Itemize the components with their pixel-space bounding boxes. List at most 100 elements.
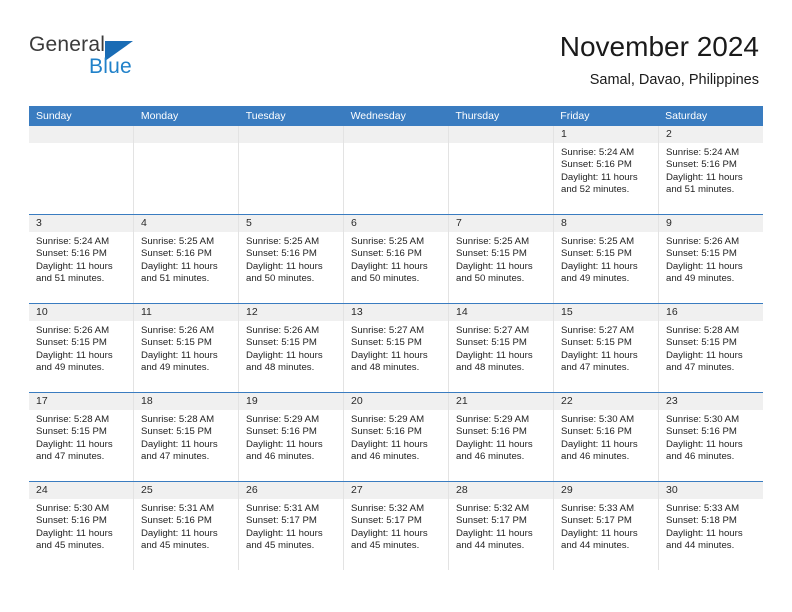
daylight-text-line1: Daylight: 11 hours: [246, 438, 323, 450]
daylight-text-line1: Daylight: 11 hours: [351, 527, 428, 539]
day-number: 13: [344, 304, 448, 321]
day-sun-info: Sunrise: 5:30 AM Sunset: 5:16 PM Daylight:…: [554, 410, 658, 463]
sunrise-text: Sunrise: 5:25 AM: [246, 236, 320, 247]
daylight-text-line2: and 47 minutes.: [666, 361, 735, 373]
daylight-text-line1: Daylight: 11 hours: [666, 260, 743, 272]
day-number: 9: [659, 215, 763, 232]
day-cell[interactable]: 18 Sunrise: 5:28 AM Sunset: 5:15 PM Dayligh…: [134, 393, 239, 481]
sunrise-text: Sunrise: 5:26 AM: [666, 236, 740, 247]
sunset-text: Sunset: 5:17 PM: [351, 515, 422, 527]
generalblue-logo[interactable]: General Blue: [29, 33, 229, 89]
day-sun-info: Sunrise: 5:25 AM Sunset: 5:15 PM Daylight:…: [449, 232, 553, 285]
sunset-text: Sunset: 5:15 PM: [246, 337, 317, 349]
day-cell[interactable]: 27 Sunrise: 5:32 AM Sunset: 5:17 PM Dayligh…: [344, 482, 449, 570]
day-cell[interactable]: 12 Sunrise: 5:26 AM Sunset: 5:15 PM Dayligh…: [239, 304, 344, 392]
day-cell[interactable]: 7 Sunrise: 5:25 AM Sunset: 5:15 PM Daylight…: [449, 215, 554, 303]
day-cell[interactable]: 22 Sunrise: 5:30 AM Sunset: 5:16 PM Dayligh…: [554, 393, 659, 481]
weekday-thursday: Thursday: [455, 110, 500, 122]
day-cell[interactable]: 26 Sunrise: 5:31 AM Sunset: 5:17 PM Dayligh…: [239, 482, 344, 570]
sunset-text: Sunset: 5:15 PM: [141, 337, 212, 349]
day-cell[interactable]: 8 Sunrise: 5:25 AM Sunset: 5:15 PM Daylight…: [554, 215, 659, 303]
day-sun-info: Sunrise: 5:31 AM Sunset: 5:17 PM Daylight:…: [239, 499, 343, 552]
day-number: 16: [659, 304, 763, 321]
sunset-text: Sunset: 5:16 PM: [141, 248, 212, 260]
day-cell[interactable]: 24 Sunrise: 5:30 AM Sunset: 5:16 PM Dayligh…: [29, 482, 134, 570]
day-sun-info: Sunrise: 5:25 AM Sunset: 5:16 PM Daylight:…: [344, 232, 448, 285]
day-cell[interactable]: 4 Sunrise: 5:25 AM Sunset: 5:16 PM Daylight…: [134, 215, 239, 303]
calendar-week-row: 3 Sunrise: 5:24 AM Sunset: 5:16 PM Daylight…: [29, 214, 763, 303]
day-cell-empty: [344, 126, 449, 214]
day-cell[interactable]: 19 Sunrise: 5:29 AM Sunset: 5:16 PM Dayligh…: [239, 393, 344, 481]
daylight-text-line2: and 46 minutes.: [561, 450, 630, 462]
day-number: 5: [239, 215, 343, 232]
day-sun-info: Sunrise: 5:25 AM Sunset: 5:15 PM Daylight:…: [554, 232, 658, 285]
day-cell[interactable]: 28 Sunrise: 5:32 AM Sunset: 5:17 PM Dayligh…: [449, 482, 554, 570]
day-number: 23: [659, 393, 763, 410]
day-number: 7: [449, 215, 553, 232]
day-cell[interactable]: 6 Sunrise: 5:25 AM Sunset: 5:16 PM Daylight…: [344, 215, 449, 303]
daylight-text-line1: Daylight: 11 hours: [561, 349, 638, 361]
day-number: 22: [554, 393, 658, 410]
daylight-text-line1: Daylight: 11 hours: [666, 349, 743, 361]
day-cell-empty: [134, 126, 239, 214]
day-cell[interactable]: 10 Sunrise: 5:26 AM Sunset: 5:15 PM Dayligh…: [29, 304, 134, 392]
calendar-weeks: 1 Sunrise: 5:24 AM Sunset: 5:16 PM Daylight…: [29, 126, 763, 570]
day-number: 26: [239, 482, 343, 499]
day-cell[interactable]: 21 Sunrise: 5:29 AM Sunset: 5:16 PM Dayligh…: [449, 393, 554, 481]
weekday-wednesday: Wednesday: [350, 110, 406, 122]
day-cell[interactable]: 17 Sunrise: 5:28 AM Sunset: 5:15 PM Dayligh…: [29, 393, 134, 481]
sunrise-text: Sunrise: 5:30 AM: [666, 414, 740, 425]
weekday-friday: Friday: [560, 110, 590, 122]
day-number: 14: [449, 304, 553, 321]
day-cell[interactable]: 5 Sunrise: 5:25 AM Sunset: 5:16 PM Daylight…: [239, 215, 344, 303]
sunset-text: Sunset: 5:17 PM: [246, 515, 317, 527]
day-cell[interactable]: 11 Sunrise: 5:26 AM Sunset: 5:15 PM Dayligh…: [134, 304, 239, 392]
day-sun-info: Sunrise: 5:30 AM Sunset: 5:16 PM Daylight:…: [659, 410, 763, 463]
day-number: 24: [29, 482, 133, 499]
daylight-text-line1: Daylight: 11 hours: [561, 260, 638, 272]
day-number: [29, 126, 133, 143]
sunset-text: Sunset: 5:16 PM: [561, 426, 632, 438]
sunset-text: Sunset: 5:16 PM: [666, 159, 737, 171]
weekday-monday: Monday: [140, 110, 179, 122]
day-sun-info: Sunrise: 5:32 AM Sunset: 5:17 PM Daylight:…: [344, 499, 448, 552]
day-number: 27: [344, 482, 448, 499]
day-sun-info: Sunrise: 5:26 AM Sunset: 5:15 PM Daylight:…: [134, 321, 238, 374]
day-cell[interactable]: 29 Sunrise: 5:33 AM Sunset: 5:17 PM Dayligh…: [554, 482, 659, 570]
logo-text-general: General: [29, 33, 106, 56]
sunset-text: Sunset: 5:15 PM: [561, 248, 632, 260]
day-cell[interactable]: 25 Sunrise: 5:31 AM Sunset: 5:16 PM Dayligh…: [134, 482, 239, 570]
day-cell[interactable]: 30 Sunrise: 5:33 AM Sunset: 5:18 PM Dayligh…: [659, 482, 763, 570]
day-cell[interactable]: 2 Sunrise: 5:24 AM Sunset: 5:16 PM Daylight…: [659, 126, 763, 214]
page-subtitle: Samal, Davao, Philippines: [589, 72, 759, 88]
logo-text-blue: Blue: [89, 55, 132, 78]
sunset-text: Sunset: 5:16 PM: [246, 426, 317, 438]
day-cell[interactable]: 15 Sunrise: 5:27 AM Sunset: 5:15 PM Dayligh…: [554, 304, 659, 392]
day-cell[interactable]: 23 Sunrise: 5:30 AM Sunset: 5:16 PM Dayligh…: [659, 393, 763, 481]
daylight-text-line2: and 51 minutes.: [36, 272, 105, 284]
day-cell[interactable]: 1 Sunrise: 5:24 AM Sunset: 5:16 PM Daylight…: [554, 126, 659, 214]
day-cell[interactable]: 9 Sunrise: 5:26 AM Sunset: 5:15 PM Daylight…: [659, 215, 763, 303]
daylight-text-line2: and 46 minutes.: [666, 450, 735, 462]
daylight-text-line1: Daylight: 11 hours: [666, 527, 743, 539]
day-cell[interactable]: 14 Sunrise: 5:27 AM Sunset: 5:15 PM Dayligh…: [449, 304, 554, 392]
day-cell[interactable]: 3 Sunrise: 5:24 AM Sunset: 5:16 PM Daylight…: [29, 215, 134, 303]
day-sun-info: Sunrise: 5:32 AM Sunset: 5:17 PM Daylight:…: [449, 499, 553, 552]
daylight-text-line1: Daylight: 11 hours: [246, 349, 323, 361]
day-number: 1: [554, 126, 658, 143]
sunrise-text: Sunrise: 5:25 AM: [351, 236, 425, 247]
daylight-text-line2: and 51 minutes.: [141, 272, 210, 284]
day-number: 15: [554, 304, 658, 321]
day-sun-info: Sunrise: 5:27 AM Sunset: 5:15 PM Daylight:…: [554, 321, 658, 374]
day-cell[interactable]: 16 Sunrise: 5:28 AM Sunset: 5:15 PM Dayligh…: [659, 304, 763, 392]
day-cell[interactable]: 20 Sunrise: 5:29 AM Sunset: 5:16 PM Dayligh…: [344, 393, 449, 481]
daylight-text-line2: and 46 minutes.: [456, 450, 525, 462]
sunrise-text: Sunrise: 5:29 AM: [456, 414, 530, 425]
sunrise-text: Sunrise: 5:32 AM: [456, 503, 530, 514]
daylight-text-line1: Daylight: 11 hours: [666, 171, 743, 183]
daylight-text-line2: and 48 minutes.: [456, 361, 525, 373]
day-cell[interactable]: 13 Sunrise: 5:27 AM Sunset: 5:15 PM Dayligh…: [344, 304, 449, 392]
daylight-text-line1: Daylight: 11 hours: [141, 527, 218, 539]
day-sun-info: Sunrise: 5:25 AM Sunset: 5:16 PM Daylight:…: [134, 232, 238, 285]
sunrise-text: Sunrise: 5:29 AM: [351, 414, 425, 425]
